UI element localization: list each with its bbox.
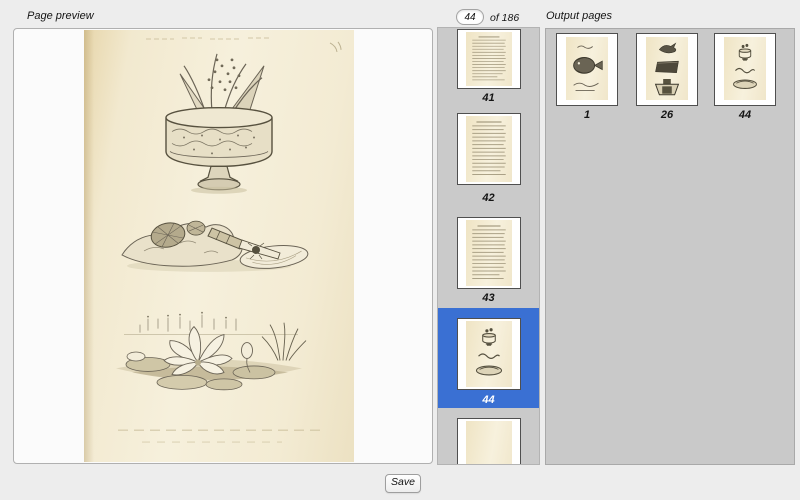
text-page-image <box>466 220 512 286</box>
fish-plate-image <box>566 37 608 100</box>
plate-page-image <box>466 321 512 387</box>
thumbnail-label: 43 <box>438 292 539 304</box>
text-page-image <box>466 32 512 86</box>
output-thumbnail-page-1[interactable] <box>556 33 618 106</box>
output-thumbnail-label: 1 <box>556 109 618 121</box>
save-button[interactable]: Save <box>385 474 421 493</box>
thumbnail-label: 42 <box>438 192 539 204</box>
page-preview-pane <box>13 28 433 464</box>
output-thumbnail-label: 44 <box>714 109 776 121</box>
bird-plate-image <box>646 37 688 100</box>
output-thumbnail-label: 26 <box>636 109 698 121</box>
page-preview-label: Page preview <box>27 10 94 22</box>
thumbnail-page-43[interactable] <box>457 217 521 289</box>
thumbnail-frame <box>457 318 521 390</box>
thumbnail-page-42[interactable] <box>457 113 521 185</box>
text-page-image <box>466 116 512 182</box>
scanned-page-image <box>84 30 354 462</box>
thumbnail-page-44-selected[interactable]: 44 <box>438 308 539 408</box>
page-thumbnail-strip: 41 42 43 <box>437 27 540 465</box>
book-plate-illustration <box>84 30 354 462</box>
jardiniere-sketch <box>166 54 272 194</box>
still-life-sketch <box>122 220 309 272</box>
output-thumbnail-page-26[interactable] <box>636 33 698 106</box>
thumbnail-label: 41 <box>438 92 539 104</box>
output-pages-label: Output pages <box>546 10 612 22</box>
output-thumbnail-page-44[interactable] <box>714 33 776 106</box>
page-export-window: Page preview of 186 Output pages <box>0 0 800 500</box>
thumbnail-label: 44 <box>438 394 539 406</box>
blank-page-image <box>466 421 512 465</box>
page-number-input[interactable] <box>456 9 484 25</box>
water-lily-sketch <box>116 312 306 390</box>
page-total-label: of 186 <box>490 12 519 24</box>
lily-plate-image <box>724 37 766 100</box>
thumbnail-page-45[interactable] <box>457 418 521 465</box>
output-pages-panel: 1 26 <box>545 28 795 465</box>
thumbnail-page-41[interactable] <box>457 29 521 89</box>
